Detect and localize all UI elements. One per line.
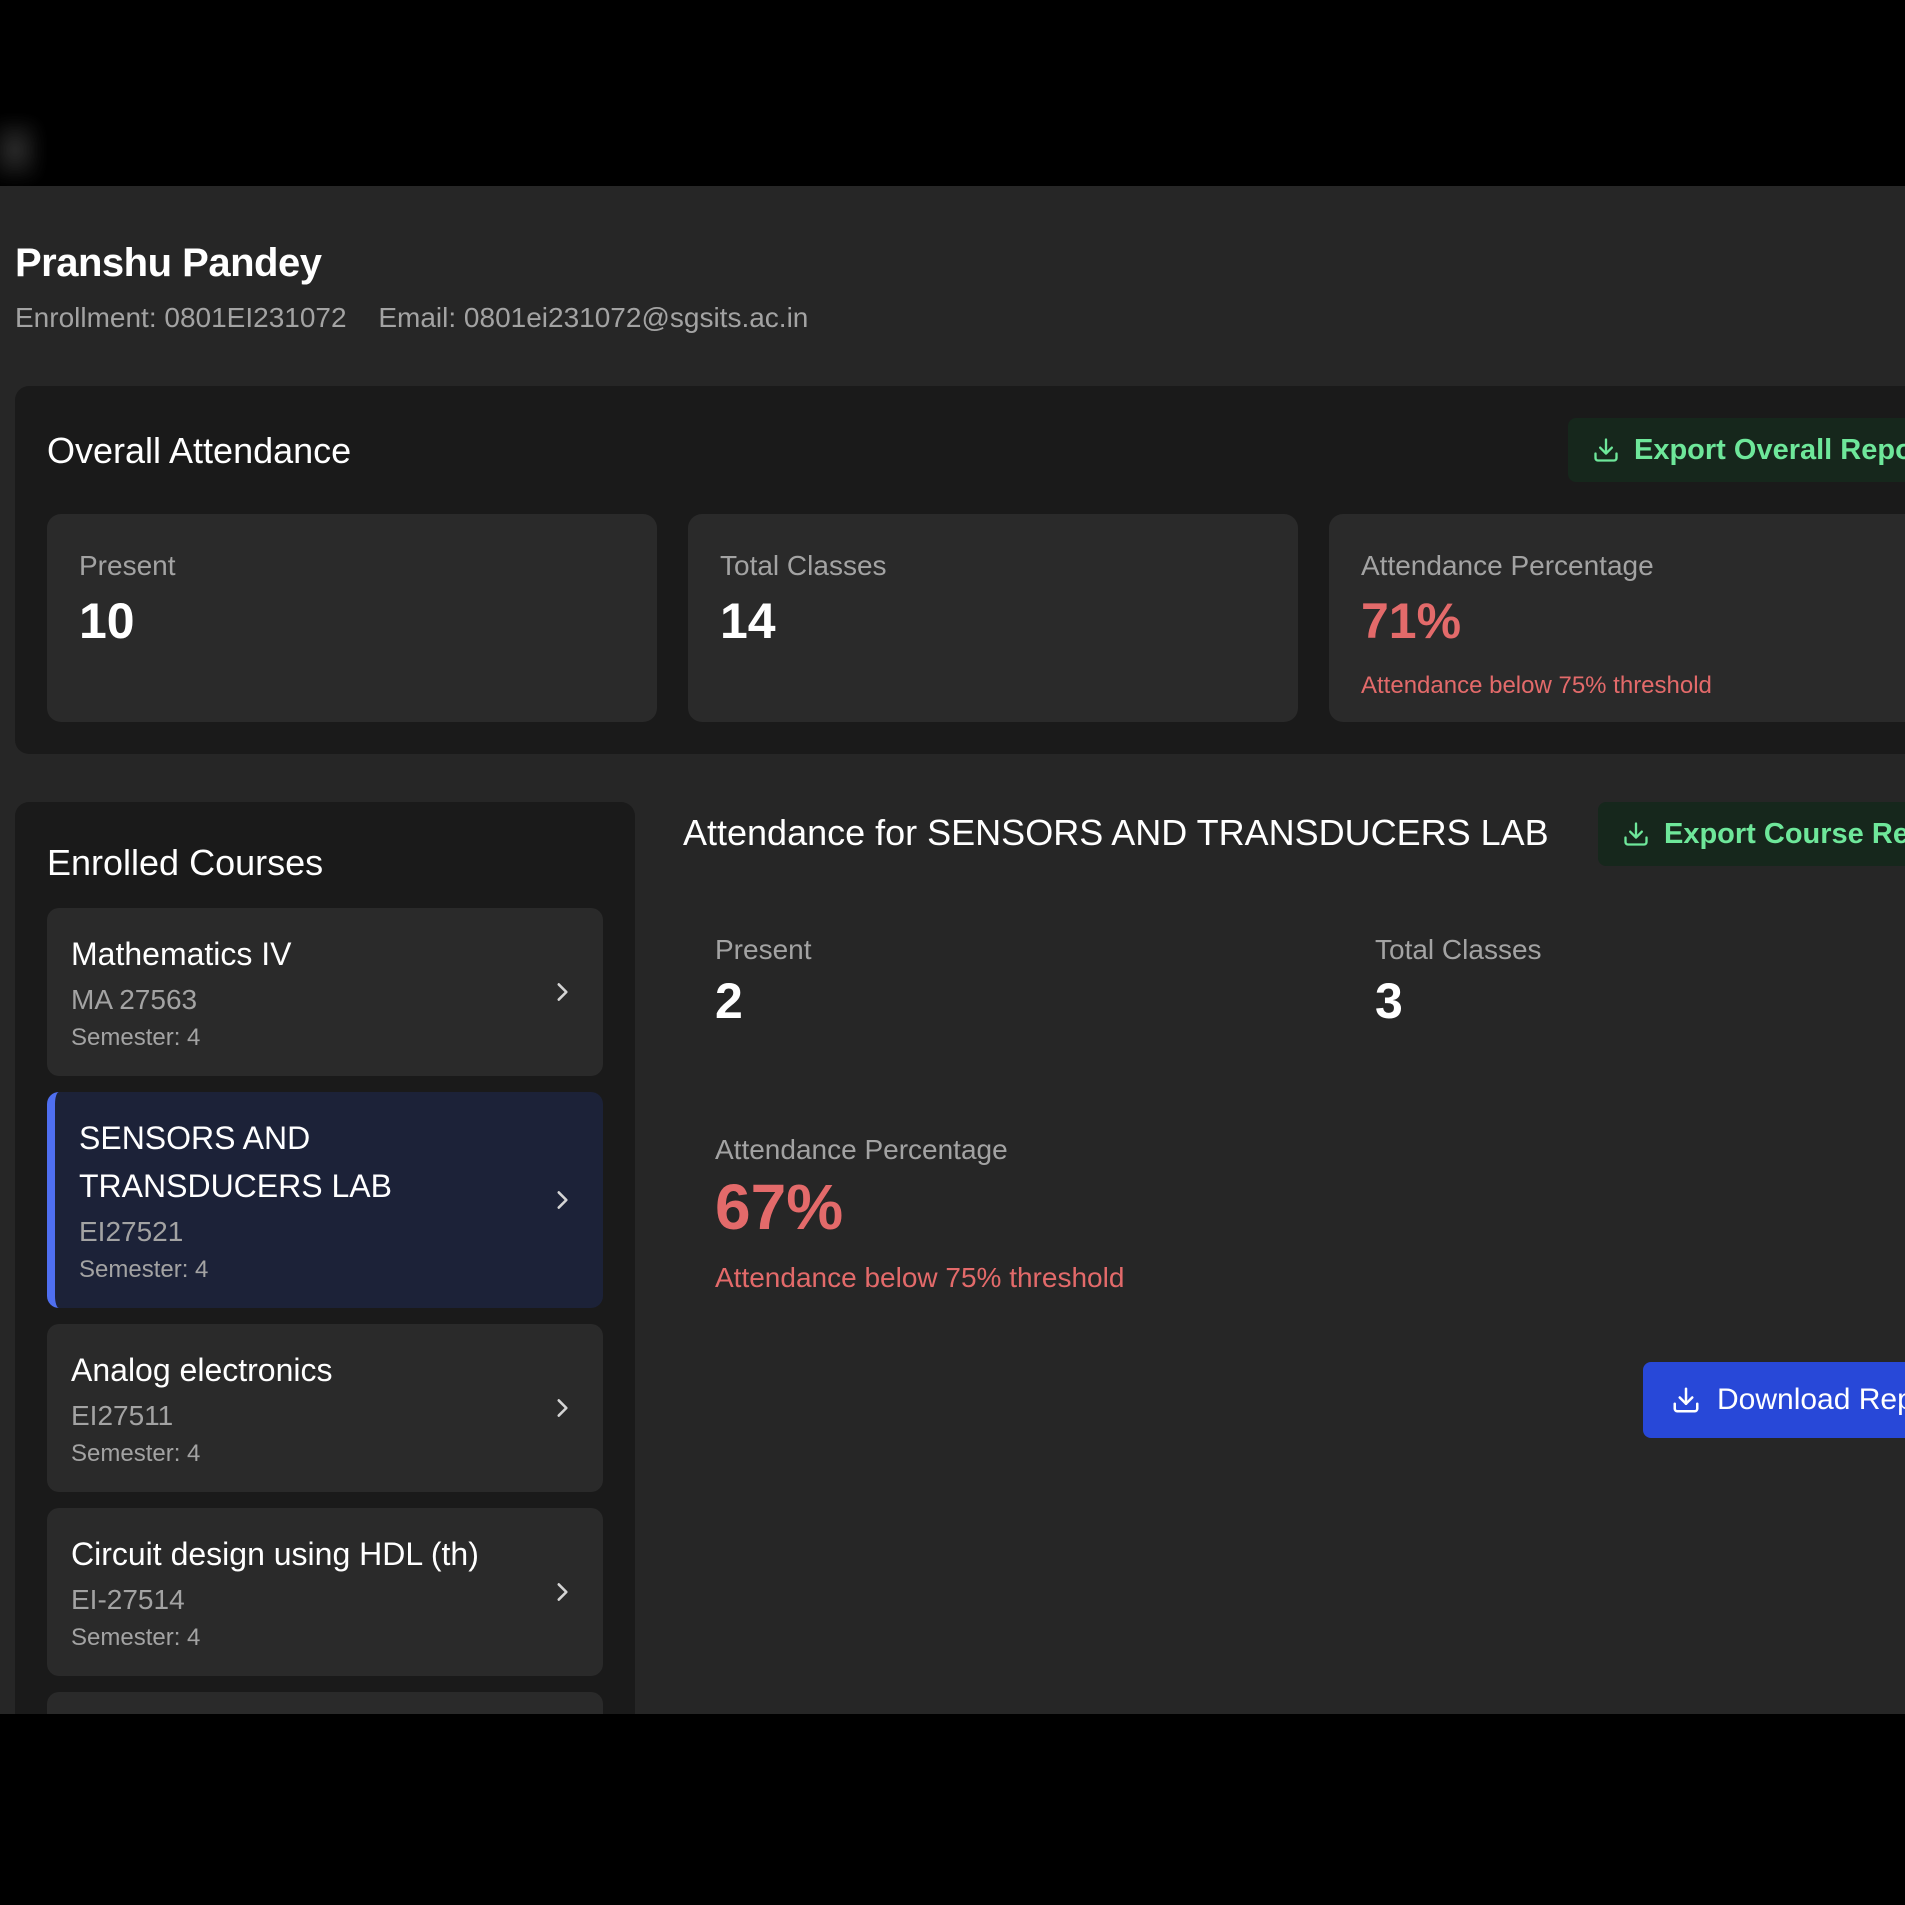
course-name-line-2: TRANSDUCERS LAB [79,1168,392,1204]
chevron-right-icon [557,1583,568,1601]
course-code: EI27511 [71,1400,174,1431]
overall-percentage-value: 71% [1361,593,1462,649]
course-item-mathematics-iv[interactable]: Mathematics IV MA 27563 Semester: 4 [47,908,603,1076]
overall-present-value: 10 [79,593,135,649]
course-semester: Semester: 4 [79,1256,209,1283]
course-semester: Semester: 4 [71,1624,201,1651]
course-total-value: 3 [1375,973,1403,1029]
course-semester: Semester: 4 [71,1024,201,1051]
overall-attendance-panel: Overall Attendance Export Overall Report… [15,386,1905,754]
course-present-label: Present [715,934,812,965]
chevron-right-icon [557,1191,568,1209]
course-item-partial[interactable] [47,1692,603,1714]
export-course-report-label: Export Course Report [1664,817,1905,850]
course-detail-title: Attendance for SENSORS AND TRANSDUCERS L… [683,812,1549,853]
course-name-line-1: SENSORS AND [79,1120,311,1156]
student-meta: Enrollment: 0801EI231072 Email: 0801ei23… [15,302,808,334]
export-overall-report-button[interactable]: Export Overall Report [1568,418,1905,482]
course-semester: Semester: 4 [71,1440,201,1467]
student-email: Email: 0801ei231072@sgsits.ac.in [378,302,809,333]
overall-percentage-label: Attendance Percentage [1361,550,1654,581]
download-icon [1594,438,1618,462]
overall-threshold-warning: Attendance below 75% threshold [1361,672,1712,699]
course-threshold-warning: Attendance below 75% threshold [715,1262,1125,1293]
course-present-value: 2 [715,973,743,1029]
course-name: Mathematics IV [71,936,292,972]
course-item-circuit-design-using-hdl[interactable]: Circuit design using HDL (th) EI-27514 S… [47,1508,603,1676]
enrollment-number: Enrollment: 0801EI231072 [15,302,347,333]
download-report-button[interactable]: Download Report [1643,1362,1905,1438]
export-overall-report-label: Export Overall Report [1634,433,1905,466]
download-icon [1624,822,1648,846]
overall-total-label: Total Classes [720,550,887,581]
course-code: EI-27514 [71,1584,185,1615]
download-icon [1673,1387,1699,1413]
course-code: EI27521 [79,1216,184,1247]
blurred-logo [0,120,40,180]
course-code: MA 27563 [71,984,198,1015]
course-item-analog-electronics[interactable]: Analog electronics EI27511 Semester: 4 [47,1324,603,1492]
course-percentage-label: Attendance Percentage [715,1134,1008,1165]
course-name: Analog electronics [71,1352,333,1388]
overall-present-card: Present 10 [47,514,657,722]
course-name: Circuit design using HDL (th) [71,1536,479,1572]
course-item-sensors-and-transducers-lab[interactable]: SENSORS AND TRANSDUCERS LAB EI27521 Seme… [47,1092,603,1308]
chevron-right-icon [557,1399,568,1417]
dashboard-page: Pranshu Pandey Enrollment: 0801EI231072 … [0,186,1905,1714]
overall-percentage-card: Attendance Percentage 71% Attendance bel… [1329,514,1905,722]
overall-present-label: Present [79,550,176,581]
chevron-right-icon [557,983,568,1001]
student-name: Pranshu Pandey [15,241,322,285]
enrolled-courses-panel: Enrolled Courses Mathematics IV MA 27563… [15,802,635,1714]
overall-attendance-title: Overall Attendance [47,430,352,471]
course-name: SENSORS AND TRANSDUCERS LAB [79,1114,392,1210]
top-bar [0,0,1905,186]
course-percentage-value: 67% [715,1171,844,1243]
overall-total-value: 14 [720,593,776,649]
overall-total-card: Total Classes 14 [688,514,1298,722]
course-total-label: Total Classes [1375,934,1542,965]
bottom-area [0,1714,1905,1905]
export-course-report-button[interactable]: Export Course Report [1598,802,1905,866]
download-report-label: Download Report [1717,1383,1905,1416]
enrolled-courses-title: Enrolled Courses [47,842,324,883]
